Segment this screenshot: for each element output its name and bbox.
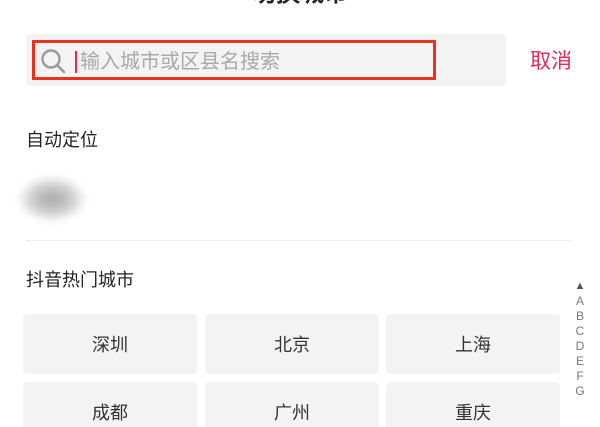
current-location-blurred[interactable] <box>20 178 84 220</box>
cancel-button[interactable]: 取消 <box>530 46 572 76</box>
index-letter[interactable]: F <box>576 369 583 384</box>
index-letter[interactable]: D <box>576 339 585 354</box>
search-icon <box>41 49 66 74</box>
alphabet-index[interactable]: ▲ A B C D E F G <box>572 278 588 399</box>
index-letter[interactable]: A <box>576 294 584 309</box>
city-button[interactable]: 北京 <box>205 314 379 374</box>
city-button[interactable]: 上海 <box>386 314 560 374</box>
city-button[interactable]: 深圳 <box>23 314 197 374</box>
header: 切换城市 <box>0 0 600 8</box>
index-top-arrow-icon[interactable]: ▲ <box>575 278 586 294</box>
search-input[interactable] <box>80 44 420 78</box>
index-letter[interactable]: G <box>575 384 584 399</box>
page-title: 切换城市 <box>0 0 600 8</box>
city-button[interactable]: 成都 <box>23 382 197 427</box>
city-button[interactable]: 重庆 <box>386 382 560 427</box>
hot-cities-title: 抖音热门城市 <box>26 270 134 291</box>
auto-locate-title: 自动定位 <box>26 130 98 151</box>
index-letter[interactable]: E <box>576 354 584 369</box>
index-letter[interactable]: B <box>576 309 584 324</box>
divider <box>26 240 572 241</box>
index-letter[interactable]: C <box>576 324 585 339</box>
city-switch-page: 切换城市 取消 自动定位 抖音热门城市 深圳 北京 上海 成都 广州 重庆 ▲ … <box>0 0 600 427</box>
city-button[interactable]: 广州 <box>205 382 379 427</box>
text-caret <box>75 51 77 73</box>
